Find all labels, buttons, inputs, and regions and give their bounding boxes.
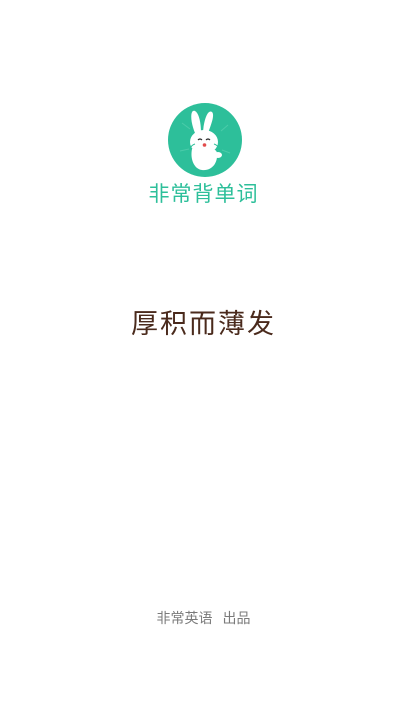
app-name: 非常背单词 [148, 182, 259, 206]
rabbit-logo-icon [168, 103, 242, 177]
footer-suffix: 出品 [222, 611, 251, 627]
footer-brand: 非常英语 [156, 611, 213, 627]
splash-screen: 非常背单词 厚积而薄发 非常英语 出品 [0, 0, 407, 723]
slogan-text: 厚积而薄发 [131, 309, 276, 340]
footer-credit: 非常英语 出品 [0, 608, 407, 630]
